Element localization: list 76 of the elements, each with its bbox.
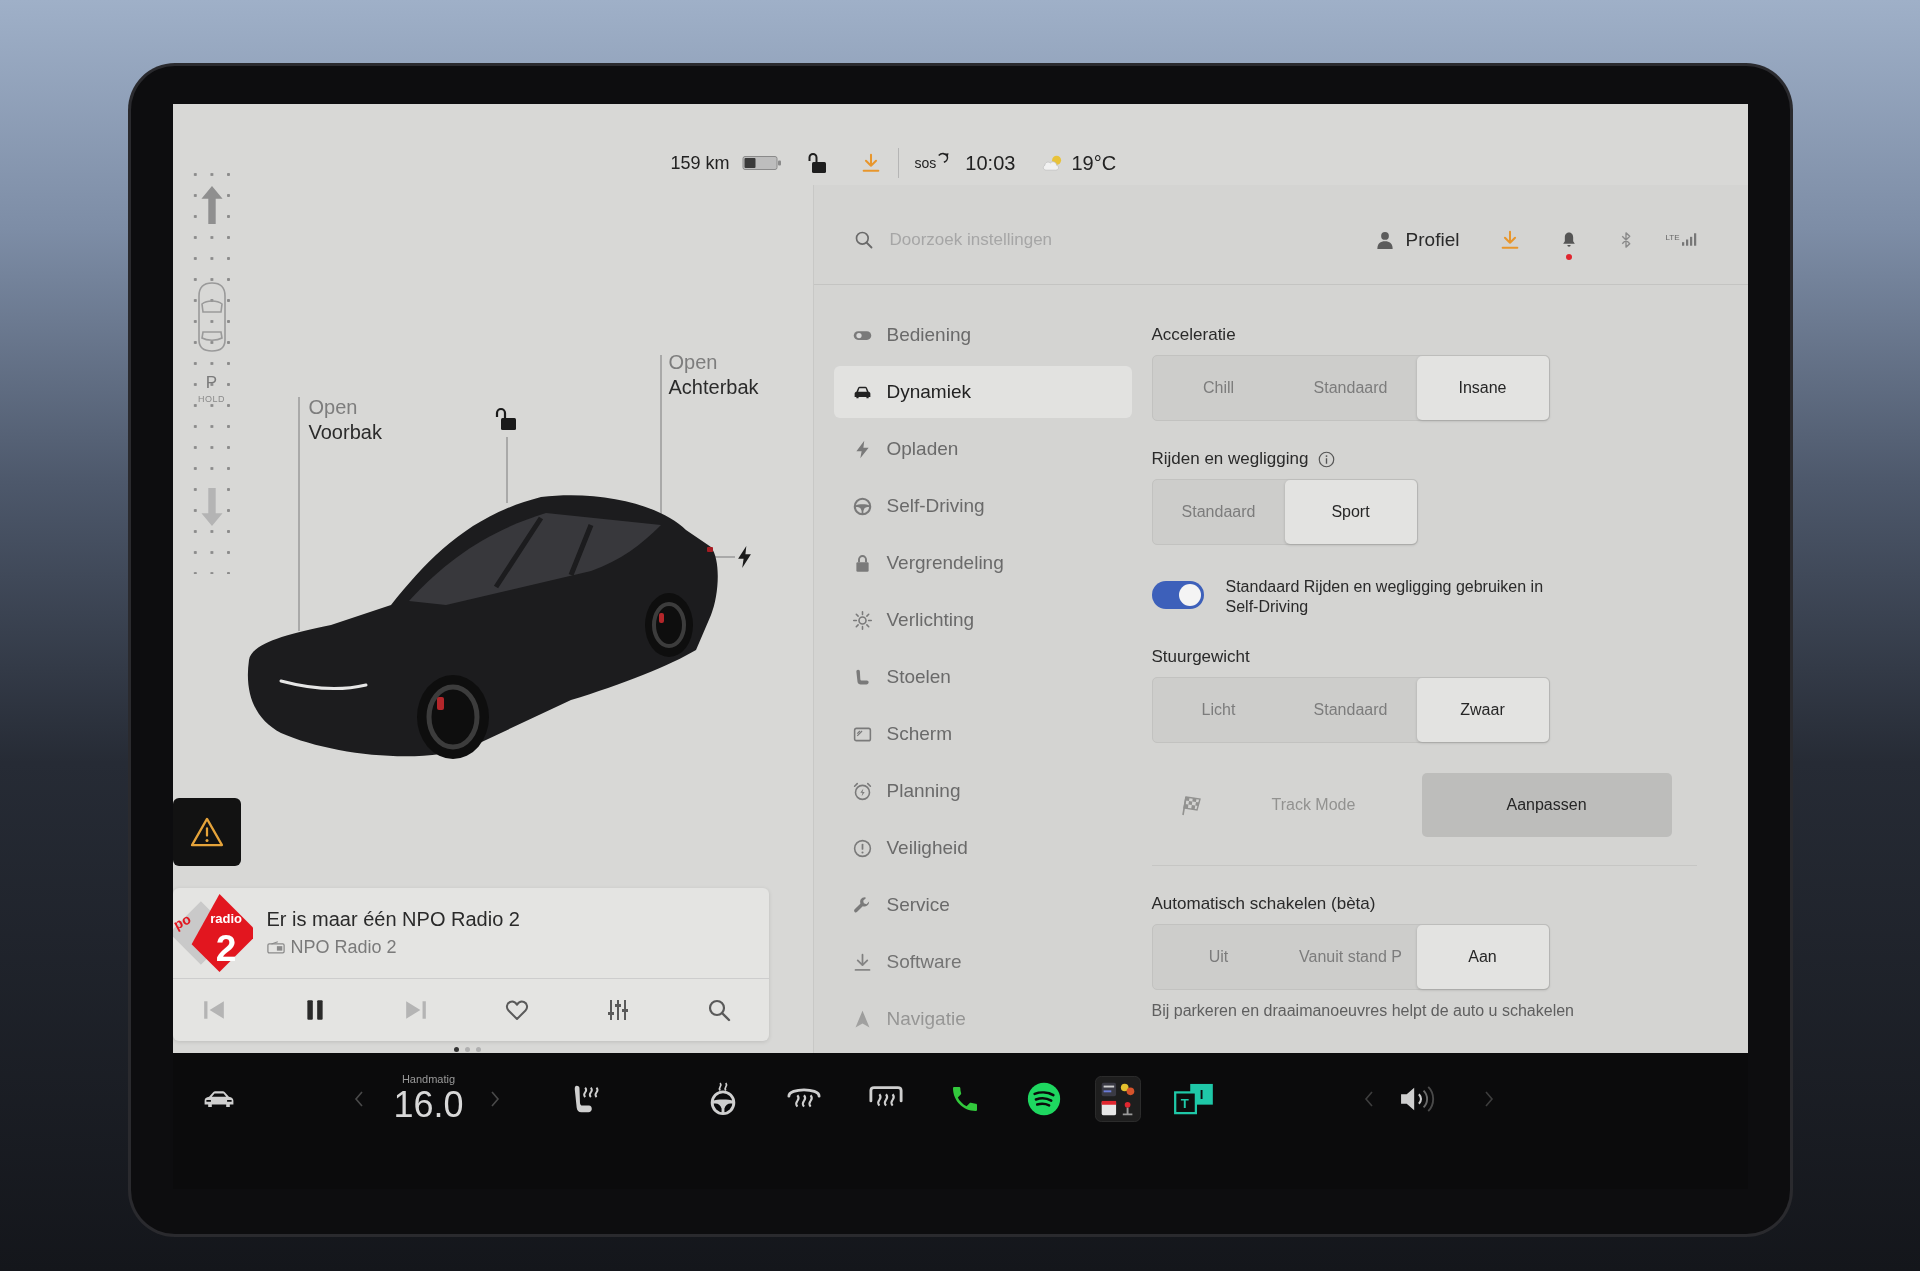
leader-line: [713, 556, 736, 558]
menu-item[interactable]: Software: [833, 936, 1132, 988]
person-icon: [1375, 230, 1394, 249]
skip-back-icon: [201, 998, 226, 1022]
car-top-view-icon: [196, 282, 227, 352]
alert-circle-icon: [851, 837, 873, 859]
range-reading: 159 km: [670, 152, 730, 174]
warning-icon: [189, 817, 224, 847]
segment-option[interactable]: Zwaar: [1416, 678, 1549, 742]
clock-time: 10:03: [965, 151, 1016, 175]
menu-item[interactable]: Scherm: [833, 708, 1132, 760]
section-title: Acceleratie: [1151, 325, 1236, 345]
steering-wheel-icon: [851, 495, 873, 517]
lock-icon[interactable]: [807, 152, 828, 174]
toggle-switch[interactable]: [1151, 581, 1204, 609]
page-dot[interactable]: [454, 1047, 459, 1052]
open-trunk-button[interactable]: Open Achterbak: [668, 350, 759, 400]
cabin-temperature[interactable]: 16.0: [393, 1085, 464, 1125]
leader-line: [505, 436, 508, 504]
info-icon[interactable]: [1318, 450, 1336, 468]
section-note: Bij parkeren en draaimanoeuvres helpt de auto u schakelen: [1151, 1002, 1574, 1020]
arrow-up-icon: [200, 186, 223, 224]
menu-item[interactable]: Bediening: [833, 309, 1132, 361]
hold-label: HOLD: [198, 394, 225, 404]
station-name: NPO Radio 2: [290, 937, 397, 958]
page-dot[interactable]: [476, 1047, 481, 1052]
bolt-icon[interactable]: [736, 546, 752, 568]
curved-arrow-icon: [937, 152, 950, 164]
radio-icon: [266, 941, 285, 954]
alarm-clock-icon: [851, 780, 873, 802]
toggle-label: Standaard Rijden en wegligging gebruiken in Self-Driving: [1225, 577, 1545, 617]
lock-icon[interactable]: [494, 407, 517, 431]
battery-icon: [741, 155, 782, 171]
climate-mode-label: Handmatig: [401, 1073, 456, 1085]
segment-option[interactable]: Chill: [1152, 356, 1285, 420]
heart-icon: [505, 998, 530, 1022]
page-dot[interactable]: [465, 1047, 470, 1052]
menu-item[interactable]: Vergrendeling: [833, 537, 1132, 589]
menu-item[interactable]: Self-Driving: [833, 480, 1132, 532]
sun-icon: [851, 609, 873, 631]
menu-item[interactable]: Stoelen: [833, 651, 1132, 703]
segment-option[interactable]: Aan: [1416, 925, 1549, 989]
open-frunk-button[interactable]: Open Voorbak: [308, 395, 382, 445]
sos-label[interactable]: sos: [914, 155, 937, 171]
segment-option[interactable]: Sport: [1284, 480, 1417, 544]
search-icon: [707, 998, 732, 1022]
profile-button[interactable]: Profiel: [1371, 224, 1464, 255]
menu-item[interactable]: Veiligheid: [833, 822, 1132, 874]
skip-forward-icon: [403, 998, 428, 1022]
menu-item[interactable]: Planning: [833, 765, 1132, 817]
section-title: Automatisch schakelen (bèta): [1151, 894, 1376, 914]
segment-option[interactable]: Standaard: [1152, 480, 1285, 544]
segment-option[interactable]: Standaard: [1284, 678, 1417, 742]
gear-indicator: P: [205, 374, 218, 392]
search-icon: [853, 229, 874, 250]
arrow-down-icon: [200, 488, 223, 526]
menu-item[interactable]: Navigatie: [833, 993, 1132, 1045]
section-title: Stuurgewicht: [1151, 647, 1250, 667]
section-title: Rijden en wegligging: [1151, 449, 1309, 469]
menu-item[interactable]: Verlichting: [833, 594, 1132, 646]
menu-item[interactable]: Dynamiek: [833, 366, 1132, 418]
segment-option[interactable]: Licht: [1152, 678, 1285, 742]
menu-item[interactable]: Service: [833, 879, 1132, 931]
signal-bars-icon: [1681, 233, 1698, 246]
segment-option[interactable]: Insane: [1416, 356, 1549, 420]
track-title: Er is maar één NPO Radio 2: [266, 908, 520, 931]
app-launcher-icon[interactable]: [1094, 1076, 1141, 1122]
track-mode-label: Track Mode: [1271, 796, 1356, 814]
warning-button[interactable]: [172, 798, 241, 866]
segment-option[interactable]: Uit: [1152, 925, 1285, 989]
network-label: LTE: [1665, 233, 1680, 242]
menu-item[interactable]: Opladen: [833, 423, 1132, 475]
outside-temperature: 19°C: [1071, 151, 1117, 175]
segment-option[interactable]: Standaard: [1284, 356, 1417, 420]
equalizer-icon: [606, 998, 631, 1022]
segment-option[interactable]: Vanuit stand P: [1284, 925, 1417, 989]
